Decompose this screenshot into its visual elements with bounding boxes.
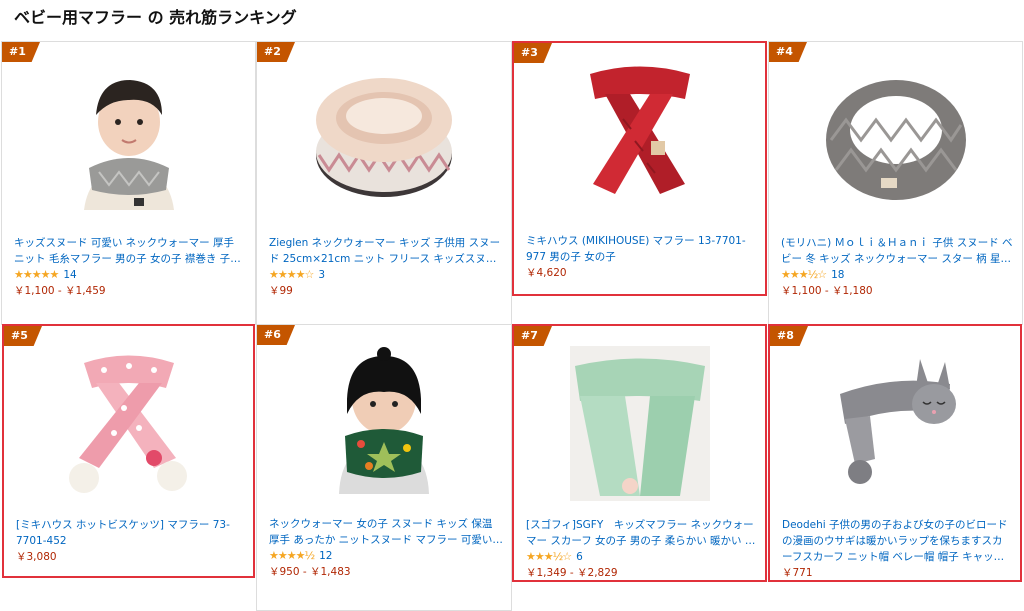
review-count[interactable]: 6 xyxy=(576,549,583,565)
rank-badge: #8 xyxy=(770,326,808,346)
fleece-patterned-snood-icon xyxy=(316,78,452,197)
rating[interactable]: ★★★½☆ 6 xyxy=(526,549,757,565)
price: ￥4,620 xyxy=(526,267,567,279)
product-title-link[interactable]: [スゴフィ]SGFY キッズマフラー ネックウォーマー スカーフ 女の子 男の子… xyxy=(526,517,757,549)
star-rating-icon: ★★★½☆ xyxy=(781,268,827,281)
price: ￥3,080 xyxy=(16,551,57,563)
price: ￥99 xyxy=(269,285,293,297)
product-image[interactable] xyxy=(54,348,204,498)
star-rating-icon: ★★★½☆ xyxy=(526,550,572,563)
product-title-link[interactable]: ミキハウス (MIKIHOUSE) マフラー 13-7701-977 男の子 女… xyxy=(526,233,757,265)
star-rating-icon: ★★★★☆ xyxy=(269,268,314,281)
product-title-link[interactable]: Zieglen ネックウォーマー キッズ 子供用 スヌード 25cm×21cm … xyxy=(269,235,503,267)
product-card[interactable]: #3 ミキハウス (MIKIHOUSE) マフラー 13-7701-977 男の… xyxy=(512,41,767,296)
product-card[interactable]: #4 (モリハニ) Ｍｏｌｉ＆Ｈａｎｉ 子供 スヌード ベビー 冬 キッズ ネッ… xyxy=(768,41,1023,325)
girl-green-snood-icon xyxy=(339,347,429,494)
gray-knit-snood-icon xyxy=(825,80,966,200)
rating[interactable]: ★★★★★ 14 xyxy=(14,267,247,283)
price: ￥950 - ￥1,483 xyxy=(269,566,351,578)
product-card[interactable]: #8 Deodehi 子供の男の子および女の子のビロードの漫画のウサギは暖かいラ… xyxy=(768,324,1022,582)
boy-gray-knit-snood-icon xyxy=(53,60,204,210)
product-title-link[interactable]: [ミキハウス ホットビスケッツ] マフラー 73-7701-452 xyxy=(16,517,245,549)
pink-dotted-scarf-icon xyxy=(68,355,187,493)
product-card[interactable]: #1 キッズスヌード 可愛い ネックウォーマー 厚手 ニット 毛糸マフラー 男の… xyxy=(1,41,256,325)
product-image[interactable] xyxy=(53,60,204,210)
product-title-link[interactable]: Deodehi 子供の男の子および女の子のビロードの漫画のウサギは暖かいラップを… xyxy=(782,517,1012,565)
product-image[interactable] xyxy=(820,344,970,494)
star-rating-icon: ★★★★½ xyxy=(269,549,315,562)
gray-bunny-scarf-icon xyxy=(840,359,956,484)
product-card[interactable]: #6 ネックウォーマー 女の子 スヌード キッズ 保温 厚手 あったか ニットス… xyxy=(256,324,512,611)
product-image[interactable] xyxy=(565,59,715,209)
rating[interactable]: ★★★★½ 12 xyxy=(269,548,503,564)
price: ￥1,100 - ￥1,459 xyxy=(14,285,106,297)
rating[interactable]: ★★★★☆ 3 xyxy=(269,267,503,283)
rank-badge: #6 xyxy=(257,325,295,345)
product-image[interactable] xyxy=(821,60,971,210)
rank-badge: #3 xyxy=(514,43,552,63)
product-card[interactable]: #5 [ミキハウス ホットビスケッツ] マフラー 73-7701-452 ￥3,… xyxy=(2,324,255,578)
product-card[interactable]: #7 [スゴフィ]SGFY キッズマフラー ネックウォーマー スカーフ 女の子 … xyxy=(512,324,767,582)
mint-fur-scarf-icon xyxy=(569,346,710,501)
product-card[interactable]: #2 Zieglen ネックウォーマー キッズ 子供用 スヌード 25cm×21… xyxy=(256,41,512,325)
rank-badge: #1 xyxy=(2,42,40,62)
page-title: ベビー用マフラー の 売れ筋ランキング xyxy=(14,8,297,27)
review-count[interactable]: 18 xyxy=(831,267,844,283)
rank-badge: #2 xyxy=(257,42,295,62)
product-title-link[interactable]: ネックウォーマー 女の子 スヌード キッズ 保温 厚手 あったか ニットスヌード… xyxy=(269,516,503,548)
product-title-link[interactable]: (モリハニ) Ｍｏｌｉ＆Ｈａｎｉ 子供 スヌード ベビー 冬 キッズ ネックウォ… xyxy=(781,235,1014,267)
ranking-grid: #1 キッズスヌード 可愛い ネックウォーマー 厚手 ニット 毛糸マフラー 男の… xyxy=(0,40,1024,611)
review-count[interactable]: 3 xyxy=(318,267,325,283)
star-rating-icon: ★★★★★ xyxy=(14,268,59,281)
product-image[interactable] xyxy=(309,60,459,210)
red-knit-scarf-icon xyxy=(589,66,690,194)
rank-badge: #4 xyxy=(769,42,807,62)
price: ￥1,349 - ￥2,829 xyxy=(526,567,618,579)
review-count[interactable]: 14 xyxy=(63,267,76,283)
rank-badge: #5 xyxy=(4,326,42,346)
product-image[interactable] xyxy=(569,346,710,501)
price: ￥1,100 - ￥1,180 xyxy=(781,285,873,297)
review-count[interactable]: 12 xyxy=(319,548,332,564)
product-image[interactable] xyxy=(309,344,459,494)
price: ￥771 xyxy=(782,567,813,579)
rating[interactable]: ★★★½☆ 18 xyxy=(781,267,1014,283)
product-title-link[interactable]: キッズスヌード 可愛い ネックウォーマー 厚手 ニット 毛糸マフラー 男の子 女… xyxy=(14,235,247,267)
rank-badge: #7 xyxy=(514,326,552,346)
